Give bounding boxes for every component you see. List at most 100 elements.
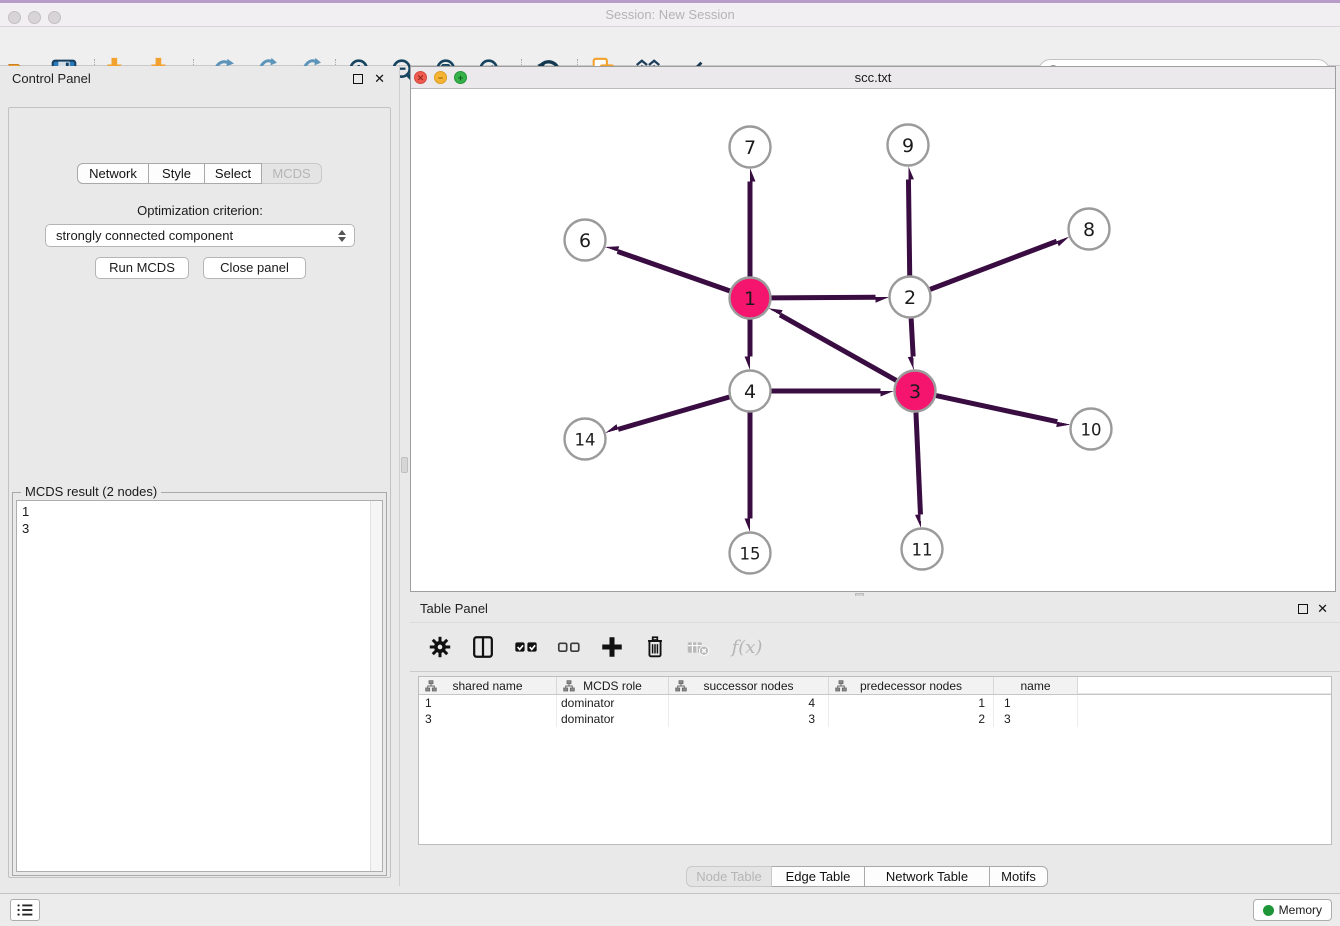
table-cell[interactable]: 1 [994,695,1078,711]
table-cell[interactable]: 2 [829,711,994,727]
table-tab-edge-table[interactable]: Edge Table [772,866,865,887]
tab-network[interactable]: Network [77,163,149,184]
result-item[interactable]: 1 [22,503,370,520]
network-view-window: ✕ − + scc.txt 1 2 3 4 6 7 8 9 10 11 14 15 [410,66,1336,592]
svg-text:1: 1 [744,288,756,310]
table-settings-button[interactable] [426,633,454,661]
graph-edge-3-1[interactable] [780,315,896,381]
delete-column-button-disabled [684,633,712,661]
memory-label: Memory [1279,903,1322,917]
table-cell[interactable]: 4 [669,695,829,711]
tab-style[interactable]: Style [149,163,205,184]
app-titlebar: Session: New Session [0,3,1340,27]
show-column-panel-button[interactable] [469,633,497,661]
close-window-button[interactable] [8,11,21,24]
tab-mcds[interactable]: MCDS [262,163,322,184]
table-tab-network-table[interactable]: Network Table [865,866,990,887]
minimize-window-button[interactable] [28,11,41,24]
graph-node-8[interactable]: 8 [1069,209,1110,250]
network-window-titlebar[interactable]: ✕ − + scc.txt [411,67,1335,89]
graph-edge-4-14[interactable] [618,397,729,429]
graph-node-9[interactable]: 9 [888,125,929,166]
column-header-predecessor-nodes[interactable]: predecessor nodes [829,677,994,694]
dropdown-stepper-icon [334,230,354,242]
graph-node-11[interactable]: 11 [902,529,943,570]
table-tab-motifs[interactable]: Motifs [990,866,1048,887]
select-all-button[interactable] [512,633,540,661]
table-row[interactable]: 3dominator323 [419,711,1331,727]
create-column-button[interactable] [598,633,626,661]
table-tab-node-table[interactable]: Node Table [686,866,772,887]
table-cell[interactable]: dominator [557,695,669,711]
table-cell[interactable]: dominator [557,711,669,727]
svg-text:4: 4 [744,381,756,403]
close-panel-button[interactable]: Close panel [203,257,306,279]
network-window-title: scc.txt [411,67,1335,88]
delete-row-button[interactable] [641,633,669,661]
close-table-panel-icon[interactable]: ✕ [1317,596,1328,622]
table-cell[interactable]: 1 [419,695,557,711]
run-mcds-button[interactable]: Run MCDS [95,257,189,279]
table-panel-title: Table Panel [420,596,488,622]
svg-text:14: 14 [575,431,596,450]
columns-icon [470,634,496,660]
column-header-name[interactable]: name [994,677,1078,694]
tab-select[interactable]: Select [205,163,262,184]
float-table-panel-icon[interactable] [1298,604,1308,614]
deselect-all-button[interactable] [555,633,583,661]
result-scrollbar[interactable] [370,501,382,871]
graph-node-4[interactable]: 4 [730,371,771,412]
close-panel-icon[interactable]: ✕ [374,66,385,92]
graph-edge-3-10[interactable] [936,396,1057,422]
plus-icon [599,634,625,660]
graph-node-14[interactable]: 14 [565,419,606,460]
graph-node-7[interactable]: 7 [730,127,771,168]
svg-text:9: 9 [902,135,914,157]
graph-edge-1-6[interactable] [618,251,730,290]
graph-edge-2-3[interactable] [911,318,913,356]
network-minimize-button[interactable]: − [434,71,447,84]
node-table[interactable]: shared nameMCDS rolesuccessor nodesprede… [418,676,1332,845]
graph-node-3[interactable]: 3 [895,371,936,412]
network-graph-canvas[interactable]: 1 2 3 4 6 7 8 9 10 11 14 15 [411,89,1335,591]
fx-icon: f(x) [732,637,763,658]
graph-node-10[interactable]: 10 [1071,409,1112,450]
attribute-flow-icon [835,680,847,692]
graph-edge-3-11[interactable] [916,412,921,514]
graph-edge-2-9[interactable] [908,179,909,275]
graph-node-6[interactable]: 6 [565,220,606,261]
memory-button[interactable]: Memory [1253,899,1332,921]
control-panel: Control Panel ✕ NetworkStyleSelectMCDS O… [0,66,400,886]
table-cell[interactable]: 3 [994,711,1078,727]
column-header-successor-nodes[interactable]: successor nodes [669,677,829,694]
graph-node-1[interactable]: 1 [730,278,771,319]
svg-text:6: 6 [579,230,591,252]
graph-node-15[interactable]: 15 [730,533,771,574]
mcds-result-list[interactable]: 13 [16,500,383,872]
column-header-mcds-role[interactable]: MCDS role [557,677,669,694]
column-header-shared-name[interactable]: shared name [419,677,557,694]
vertical-splitter-grip[interactable] [401,457,408,473]
graph-node-2[interactable]: 2 [890,277,931,318]
table-row[interactable]: 1dominator411 [419,695,1331,711]
graph-edge-2-8[interactable] [930,241,1057,289]
result-item[interactable]: 3 [22,520,370,537]
delete-column-icon [685,634,711,660]
task-history-button[interactable] [10,899,40,921]
network-maximize-button[interactable]: + [454,71,467,84]
control-panel-title: Control Panel [12,66,91,92]
table-cell[interactable]: 3 [669,711,829,727]
svg-text:8: 8 [1083,219,1095,241]
float-panel-icon[interactable] [353,74,363,84]
network-close-button[interactable]: ✕ [414,71,427,84]
control-panel-header: Control Panel ✕ [0,66,399,92]
maximize-window-button[interactable] [48,11,61,24]
graph-edge-1-2[interactable] [771,297,875,298]
table-browser-tabs: Node TableEdge TableNetwork TableMotifs [686,866,1048,887]
app-title: Session: New Session [0,3,1340,26]
table-cell[interactable]: 3 [419,711,557,727]
table-panel: Table Panel ✕ [410,596,1340,886]
svg-text:10: 10 [1081,421,1102,440]
table-cell[interactable]: 1 [829,695,994,711]
criterion-dropdown[interactable]: strongly connected component [45,224,355,247]
